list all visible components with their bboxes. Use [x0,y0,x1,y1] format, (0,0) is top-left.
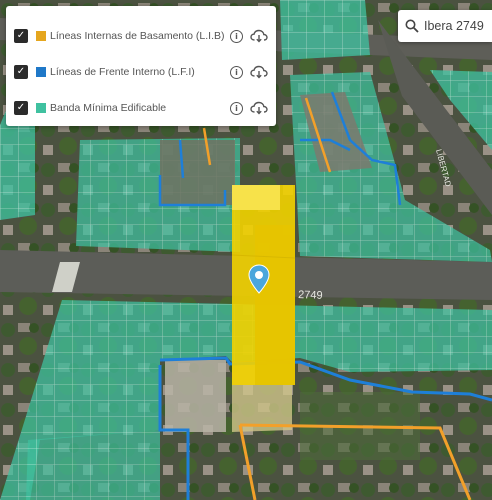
layer-checkbox-band[interactable]: ✓ [14,101,28,115]
buildable-band [280,0,370,60]
building-roof [232,185,280,210]
layer-row-lfi[interactable]: ✓ Líneas de Frente Interno (L.F.I) i [6,60,276,84]
layer-label-lfi: Líneas de Frente Interno (L.F.I) [50,66,195,78]
layer-checkbox-lfi[interactable]: ✓ [14,65,28,79]
cloud-download-icon[interactable] [250,29,268,43]
layer-swatch-lfi [36,67,46,77]
layers-panel: ✓ Líneas Internas de Basamento (L.I.B) i… [6,6,276,126]
search-icon[interactable] [405,19,419,33]
layer-row-lib[interactable]: ✓ Líneas Internas de Basamento (L.I.B) i [6,24,276,48]
building-side [255,225,295,385]
layer-swatch-lib [36,31,46,41]
lot-interior [165,360,226,432]
buildable-band [26,430,160,500]
info-circle-icon[interactable]: i [230,65,243,79]
location-pin-icon[interactable] [248,264,270,294]
search-box[interactable]: Ibera 2749 [398,10,492,42]
layer-label-band: Banda Mínima Edificable [50,102,167,114]
layer-row-band[interactable]: ✓ Banda Mínima Edificable i [6,96,276,120]
layer-swatch-band [36,103,46,113]
layer-label-lib: Líneas Internas de Basamento (L.I.B) [50,30,225,42]
street-number-label: 2749 [298,289,323,302]
search-input[interactable]: Ibera 2749 [424,19,484,33]
info-circle-icon[interactable]: i [230,101,243,115]
cloud-download-icon[interactable] [250,101,268,115]
info-circle-icon[interactable]: i [230,29,243,43]
cloud-download-icon[interactable] [250,65,268,79]
layer-checkbox-lib[interactable]: ✓ [14,29,28,43]
